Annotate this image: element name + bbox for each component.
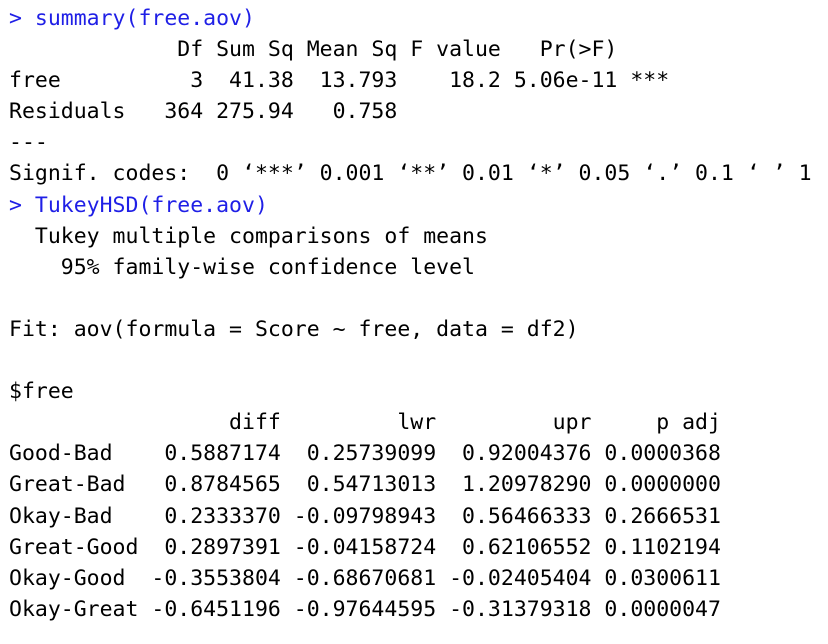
- tukey-row: Okay-Great -0.6451196 -0.97644595 -0.313…: [9, 596, 721, 622]
- console-command-line[interactable]: > TukeyHSD(free.aov): [9, 190, 824, 221]
- signif-separator: ---: [9, 130, 48, 156]
- tukey-row: Okay-Good -0.3553804 -0.68670681 -0.0240…: [9, 565, 721, 591]
- anova-table-header: Df Sum Sq Mean Sq F value Pr(>F): [9, 37, 670, 63]
- signif-codes-legend: Signif. codes: 0 ‘***’ 0.001 ‘**’ 0.01 ‘…: [9, 161, 812, 187]
- tukey-row: Great-Bad 0.8784565 0.54713013 1.2097829…: [9, 472, 721, 498]
- tukey-row: Great-Good 0.2897391 -0.04158724 0.62106…: [9, 534, 721, 560]
- anova-row-residuals: Residuals 364 275.94 0.758: [9, 99, 670, 125]
- anova-row-free: free 3 41.38 13.793 18.2 5.06e-11 ***: [9, 68, 670, 94]
- tukey-confidence-level: 95% family-wise confidence level: [9, 254, 475, 280]
- tukey-row: Good-Bad 0.5887174 0.25739099 0.92004376…: [9, 441, 721, 467]
- console-command-line[interactable]: > summary(free.aov): [9, 3, 824, 34]
- r-console-output: > summary(free.aov) Df Sum Sq Mean Sq F …: [9, 3, 824, 625]
- tukey-table-header: diff lwr upr p adj: [9, 410, 721, 436]
- tukey-title: Tukey multiple comparisons of means: [9, 223, 488, 249]
- tukey-fit-formula: Fit: aov(formula = Score ~ free, data = …: [9, 316, 579, 342]
- tukey-row: Okay-Bad 0.2333370 -0.09798943 0.5646633…: [9, 503, 721, 529]
- tukey-factor-name: $free: [9, 379, 74, 405]
